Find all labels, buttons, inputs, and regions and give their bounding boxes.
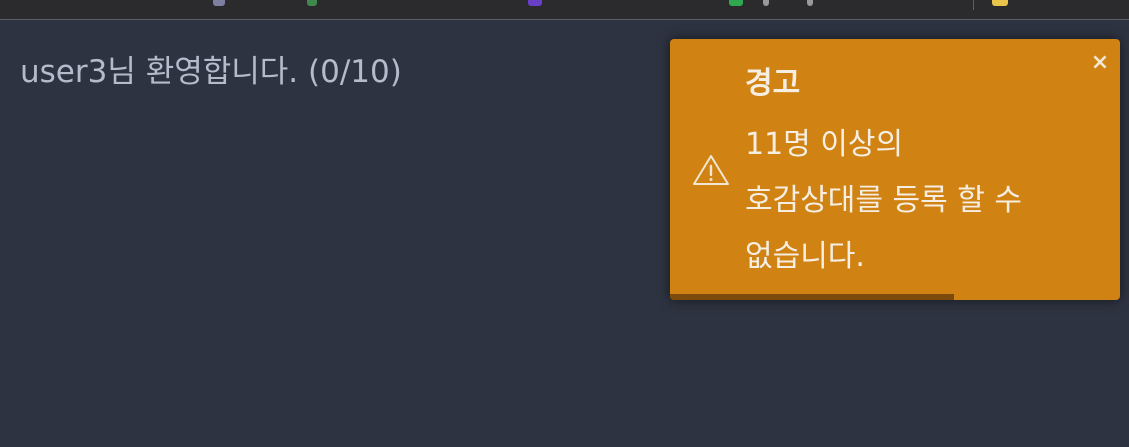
toolbar-icon-fragment	[763, 0, 769, 6]
toolbar-icon-fragment	[307, 0, 317, 6]
welcome-message: user3님 환영합니다. (0/10)	[20, 54, 402, 90]
toast-progress-track	[670, 294, 1120, 300]
toolbar-icon-fragment	[992, 0, 1008, 6]
toolbar-icon-fragment	[729, 0, 743, 6]
warning-icon	[692, 153, 730, 187]
toast-progress-bar	[670, 294, 954, 300]
browser-toolbar-strip	[0, 0, 1129, 20]
toolbar-separator	[973, 0, 974, 10]
warning-toast[interactable]: × 경고 11명 이상의 호감상대를 등록 할 수 없습니다.	[670, 39, 1120, 300]
toast-message-line: 11명 이상의	[745, 127, 904, 162]
toast-message-line: 호감상대를 등록 할 수	[745, 183, 1023, 218]
toolbar-icon-fragment	[807, 0, 813, 6]
toast-message-line: 없습니다.	[745, 239, 865, 274]
toolbar-icon-fragment	[528, 0, 542, 6]
close-icon[interactable]: ×	[1088, 51, 1112, 75]
toolbar-icon-fragment	[213, 0, 225, 6]
toast-title: 경고	[745, 66, 801, 101]
toast-message: 11명 이상의 호감상대를 등록 할 수 없습니다.	[745, 117, 1105, 285]
